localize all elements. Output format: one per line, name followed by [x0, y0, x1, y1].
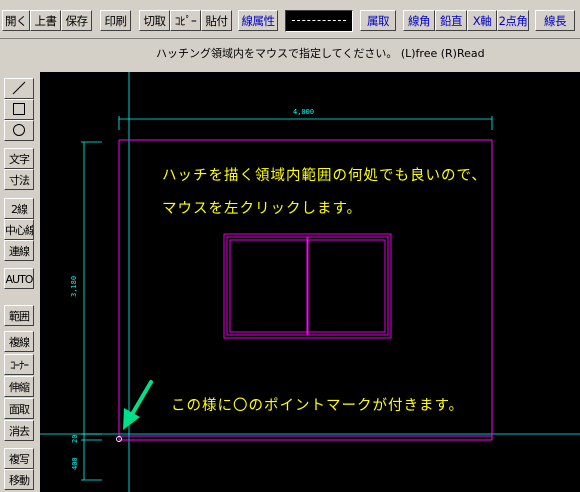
circle-tool-button[interactable]: [4, 120, 34, 141]
double-line-tool-button[interactable]: 2線: [4, 198, 34, 219]
line-tool-icon: [12, 81, 26, 95]
circle-tool-icon: [13, 124, 25, 136]
main-toolbar: 開く 上書 保存 印刷 切取 ｺﾋﾟｰ 貼付 線属性 属取 線角 鉛直 X軸 2…: [0, 0, 580, 39]
text-tool-button[interactable]: 文字: [4, 148, 34, 169]
print-button[interactable]: 印刷: [100, 10, 131, 31]
left-dimension: [81, 141, 102, 481]
line-tool-button[interactable]: [4, 78, 34, 99]
window-symbol: [223, 233, 392, 339]
dimension-left-label: 3,180: [70, 275, 78, 297]
erase-tool-button[interactable]: 消去: [4, 420, 34, 441]
cad-drawing: [40, 72, 580, 492]
auto-mode-button[interactable]: AUTO: [4, 268, 34, 289]
line-type-preview[interactable]: [285, 10, 353, 32]
paste-button[interactable]: 貼付: [201, 10, 232, 31]
instruction-line-2: マウスを左クリックします。: [162, 201, 363, 217]
vertical-button[interactable]: 鉛直: [435, 10, 467, 31]
copy-button[interactable]: ｺﾋﾟｰ: [170, 10, 201, 31]
dimension-bottom-label: 400: [71, 457, 79, 470]
two-point-angle-button[interactable]: 2点角: [497, 10, 529, 31]
rectangle-tool-icon: [13, 103, 25, 115]
chamfer-tool-button[interactable]: 面取: [4, 398, 34, 419]
corner-tool-button[interactable]: ｺｰﾅｰ: [4, 354, 34, 375]
dimension-tool-button[interactable]: 寸法: [4, 169, 34, 190]
continuous-line-tool-button[interactable]: 連線: [4, 240, 34, 261]
x-axis-button[interactable]: X軸: [467, 10, 497, 31]
save-button[interactable]: 保存: [61, 10, 92, 31]
point-mark-note: この様に〇のポイントマークが付きます。: [171, 398, 465, 414]
overwrite-button[interactable]: 上書: [30, 10, 61, 31]
duplicate-line-tool-button[interactable]: 複線: [4, 331, 34, 352]
top-dimension: [118, 116, 493, 130]
open-button[interactable]: 開く: [2, 10, 30, 31]
pointer-arrow-icon: [123, 380, 153, 430]
tool-palette: 文字 寸法 2線 中心線 連線 AUTO 範囲 複線 ｺｰﾅｰ 伸縮 面取 消去…: [0, 72, 38, 492]
range-tool-button[interactable]: 範囲: [4, 305, 34, 326]
line-attribute-button[interactable]: 線属性: [238, 10, 278, 31]
cut-button[interactable]: 切取: [139, 10, 170, 31]
dimension-top-label: 4,000: [293, 108, 315, 116]
dimension-small-label: 20: [71, 434, 79, 443]
layer-get-button[interactable]: 属取: [360, 10, 396, 31]
drawing-canvas[interactable]: 4,000 3,180 20 400 ハッチを描く領域内範囲の何処でも良いので、…: [40, 72, 580, 492]
line-angle-button[interactable]: 線角: [403, 10, 435, 31]
copy-tool-button[interactable]: 複写: [4, 448, 34, 469]
status-message: ハッチング領域内をマウスで指定してください。 (L)free (R)Read: [156, 47, 485, 60]
stretch-tool-button[interactable]: 伸縮: [4, 376, 34, 397]
status-bar: ハッチング領域内をマウスで指定してください。 (L)free (R)Read: [0, 40, 580, 68]
line-length-button[interactable]: 線長: [535, 10, 575, 31]
move-tool-button[interactable]: 移動: [4, 469, 34, 490]
center-line-tool-button[interactable]: 中心線: [4, 219, 34, 240]
instruction-line-1: ハッチを描く領域内範囲の何処でも良いので、: [162, 168, 487, 184]
rectangle-tool-button[interactable]: [4, 99, 34, 120]
